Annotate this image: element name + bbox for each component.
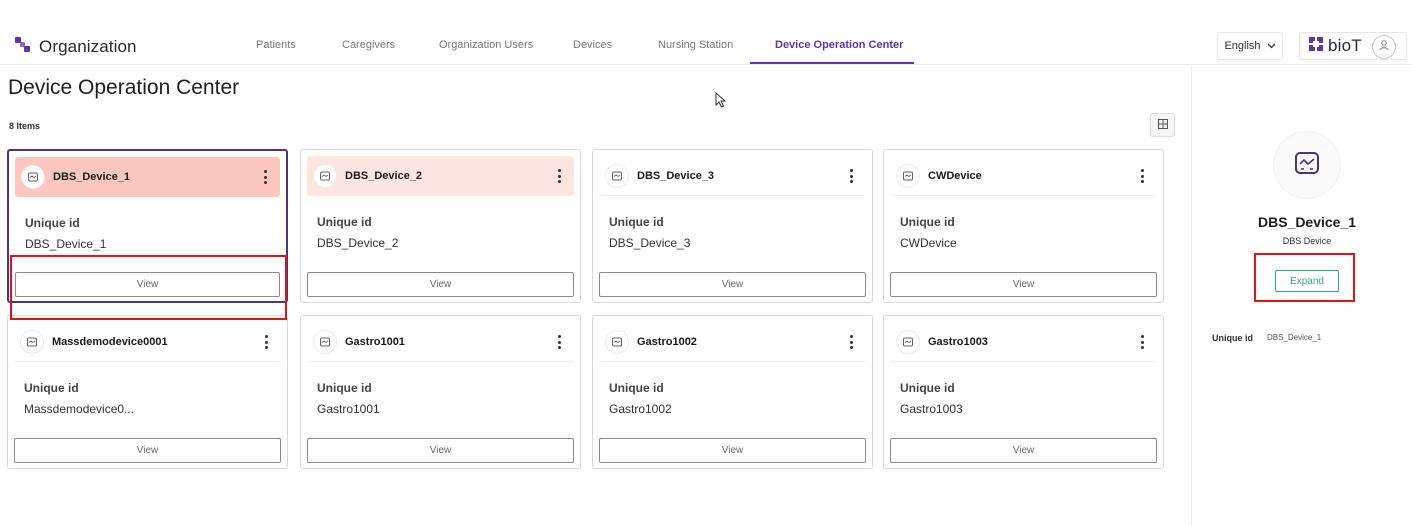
language-label: English [1224,40,1261,52]
nav-tab-caregivers[interactable]: Caregivers [342,39,395,51]
device-card[interactable]: Gastro1003 Unique id Gastro1003 View [883,315,1164,469]
unique-id-label: Unique id [609,215,664,229]
device-card[interactable]: Gastro1002 Unique id Gastro1002 View [592,315,873,469]
device-monitor-icon [896,329,920,354]
device-card[interactable]: DBS_Device_2 Unique id DBS_Device_2 View [300,149,581,303]
device-monitor-icon [896,163,920,188]
view-button[interactable]: View [890,272,1157,297]
device-card[interactable]: Massdemodevice0001 Unique id Massdemodev… [7,315,288,469]
kebab-menu-icon[interactable] [258,168,272,186]
chevron-down-icon [1267,40,1276,52]
device-name: Gastro1003 [928,335,988,348]
device-monitor-icon [605,163,629,188]
unique-id-value: Gastro1001 [317,402,380,416]
unique-id-value: DBS_Device_1 [25,237,107,251]
page-title: Device Operation Center [8,76,240,99]
view-button[interactable]: View [14,438,281,463]
card-header[interactable]: Gastro1002 [599,322,866,362]
unique-id-label: Unique id [24,381,79,395]
brand[interactable]: Organization [14,36,137,58]
device-monitor-icon [20,329,44,354]
card-header[interactable]: Gastro1003 [890,322,1157,362]
card-header[interactable]: DBS_Device_3 [599,156,866,196]
panel-unique-id-label: Unique id [1212,333,1253,343]
device-monitor-icon [313,329,337,354]
card-header[interactable]: Massdemodevice0001 [14,322,281,362]
device-name: CWDevice [928,169,982,182]
device-monitor-icon [1293,149,1321,182]
card-header[interactable]: CWDevice [890,156,1157,196]
unique-id-value: DBS_Device_2 [317,236,399,250]
nav-tab-device-operation-center[interactable]: Device Operation Center [775,39,903,51]
panel-device-name: DBS_Device_1 [1257,214,1357,230]
top-bar: Organization Patients Caregivers Organiz… [0,27,1412,65]
kebab-menu-icon[interactable] [1135,167,1149,185]
device-card[interactable]: DBS_Device_3 Unique id DBS_Device_3 View [592,149,873,303]
unique-id-value: Gastro1002 [609,402,672,416]
nav-tab-organization-users[interactable]: Organization Users [439,39,533,51]
unique-id-value: DBS_Device_3 [609,236,691,250]
unique-id-label: Unique id [317,381,372,395]
kebab-menu-icon[interactable] [552,167,566,185]
device-monitor-icon [313,164,337,188]
device-name: Massdemodevice0001 [52,335,168,348]
card-header[interactable]: DBS_Device_1 [15,157,280,197]
card-header[interactable]: DBS_Device_2 [307,156,574,196]
unique-id-label: Unique id [609,381,664,395]
device-name: Gastro1001 [345,335,405,348]
device-monitor-icon [605,329,629,354]
organization-logo-icon [14,36,31,58]
mouse-cursor-icon [715,91,727,113]
active-tab-indicator [750,62,914,64]
nav-tab-nursing-station[interactable]: Nursing Station [658,39,733,51]
kebab-menu-icon[interactable] [844,333,858,351]
device-name: DBS_Device_1 [53,171,131,183]
view-button[interactable]: View [599,438,866,463]
biot-logo-text: bioT [1328,36,1362,55]
view-button[interactable]: View [307,272,574,297]
unique-id-label: Unique id [900,215,955,229]
unique-id-label: Unique id [900,381,955,395]
card-header[interactable]: Gastro1001 [307,322,574,362]
nav-tab-patients[interactable]: Patients [256,39,296,51]
device-avatar [1274,132,1340,198]
device-name: DBS_Device_3 [637,169,715,182]
unique-id-value: Massdemodevice0... [24,402,135,416]
unique-id-value: CWDevice [900,236,957,250]
grid-view-icon [1157,116,1168,134]
kebab-menu-icon[interactable] [844,167,858,185]
device-name: DBS_Device_2 [345,170,423,182]
biot-logo-box: bioT [1299,32,1407,60]
kebab-menu-icon[interactable] [1135,333,1149,351]
nav-tab-devices[interactable]: Devices [573,39,612,51]
panel-unique-id-value: DBS_Device_1 [1267,333,1322,342]
highlight-box-expand [1254,253,1355,302]
user-icon [1378,38,1390,56]
kebab-menu-icon[interactable] [552,333,566,351]
biot-logo-icon [1309,36,1323,56]
device-monitor-icon [21,165,45,189]
items-count: 8 Items [9,121,41,131]
highlight-box-view [10,255,287,320]
kebab-menu-icon[interactable] [259,333,273,351]
device-card[interactable]: CWDevice Unique id CWDevice View [883,149,1164,303]
unique-id-label: Unique id [25,216,80,230]
language-selector[interactable]: English [1217,32,1283,60]
unique-id-label: Unique id [317,215,372,229]
org-title: Organization [39,37,137,56]
user-menu-button[interactable] [1372,35,1396,59]
unique-id-value: Gastro1003 [900,402,963,416]
device-name: Gastro1002 [637,335,697,348]
grid-view-toggle[interactable] [1150,113,1175,137]
view-button[interactable]: View [307,438,574,463]
view-button[interactable]: View [599,272,866,297]
view-button[interactable]: View [890,438,1157,463]
panel-device-type: DBS Device [1282,236,1332,246]
device-card[interactable]: Gastro1001 Unique id Gastro1001 View [300,315,581,469]
